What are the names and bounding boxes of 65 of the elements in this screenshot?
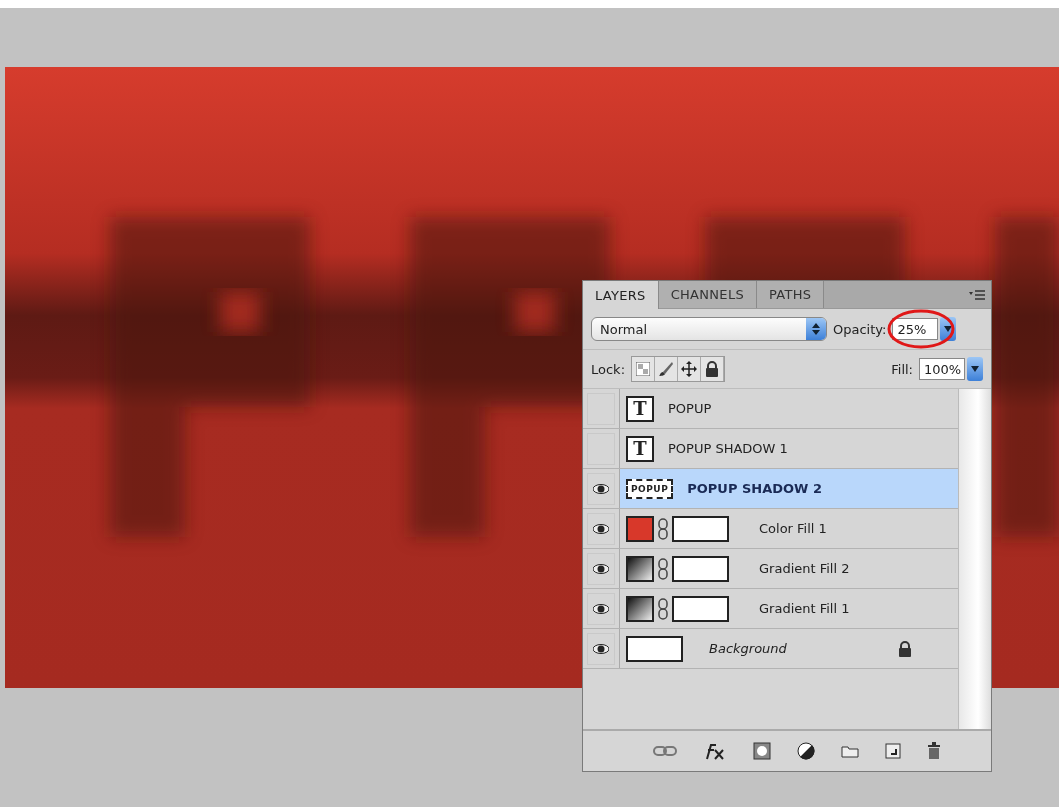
lock-position-button[interactable] [678,357,702,381]
layer-row[interactable]: Color Fill 1 [583,509,958,549]
lock-all-button[interactable] [701,357,725,381]
layer-name: Gradient Fill 1 [759,601,850,616]
layer-name: Gradient Fill 2 [759,561,850,576]
layer-name: Background [709,641,787,656]
eye-icon [593,563,609,574]
fill-label: Fill: [891,361,913,377]
mask-thumbnail [672,595,729,622]
visibility-toggle[interactable] [587,512,615,545]
stepper-icon [812,322,820,336]
eye-icon [593,483,609,494]
type-glyph: T [633,438,647,459]
folder-icon[interactable] [841,744,859,758]
gradient-thumbnail [626,595,654,622]
panel-tab[interactable]: CHANNELS [658,281,757,308]
link-layers-icon[interactable] [653,745,677,757]
gradient-thumbnail [626,555,654,582]
link-icon [658,557,668,580]
fill-field[interactable]: 100% [919,358,965,380]
caret-icon [944,326,953,332]
layer-thumbnail: POPUP [626,478,674,499]
visibility-toggle[interactable] [587,592,615,625]
link-icon [658,517,668,540]
panel-menu-icon[interactable] [969,288,985,301]
effects-icon[interactable] [703,742,727,760]
fill-dropdown-button[interactable] [967,357,983,381]
layer-name: POPUP [668,401,712,416]
scrollbar[interactable] [958,389,991,729]
lock-label: Lock: [591,361,626,377]
lock-icon [705,361,720,377]
new-layer-icon[interactable] [885,743,901,759]
eye-icon [593,643,609,654]
mask-thumbnail [672,515,729,542]
move-icon [681,361,698,377]
lock-pixels-button[interactable] [655,357,679,381]
layer-name: POPUP SHADOW 1 [668,441,788,456]
layer-row[interactable]: POPUP POPUP SHADOW 2 [583,469,958,509]
eye-icon [593,523,609,534]
mask-icon[interactable] [753,742,771,760]
opacity-label: Opacity: [833,321,887,337]
lock-icon [898,640,912,657]
layer-name: POPUP SHADOW 2 [687,481,823,496]
visibility-toggle[interactable] [587,472,615,505]
trash-icon[interactable] [927,742,941,760]
visibility-toggle[interactable] [587,632,615,665]
brush-icon [658,361,675,377]
layer-row[interactable]: T POPUP [583,389,958,429]
layer-name: Color Fill 1 [759,521,827,536]
eye-icon [593,603,609,614]
visibility-toggle[interactable] [587,552,615,585]
mask-thumbnail [672,555,729,582]
panel-tab[interactable]: LAYERS [583,281,659,309]
panel-tab[interactable]: PATHS [757,281,825,308]
adjustment-icon[interactable] [797,742,815,760]
link-icon [658,597,668,620]
type-glyph: T [633,398,647,419]
blend-mode-dropdown[interactable]: Normal [591,317,827,341]
caret-icon [971,366,979,372]
opacity-field[interactable]: 25% [892,318,939,340]
layer-thumbnail [626,635,683,662]
layer-row[interactable]: Gradient Fill 2 [583,549,958,589]
checker-icon [636,362,651,376]
layer-row[interactable]: Background [583,629,958,669]
layer-row[interactable]: Gradient Fill 1 [583,589,958,629]
